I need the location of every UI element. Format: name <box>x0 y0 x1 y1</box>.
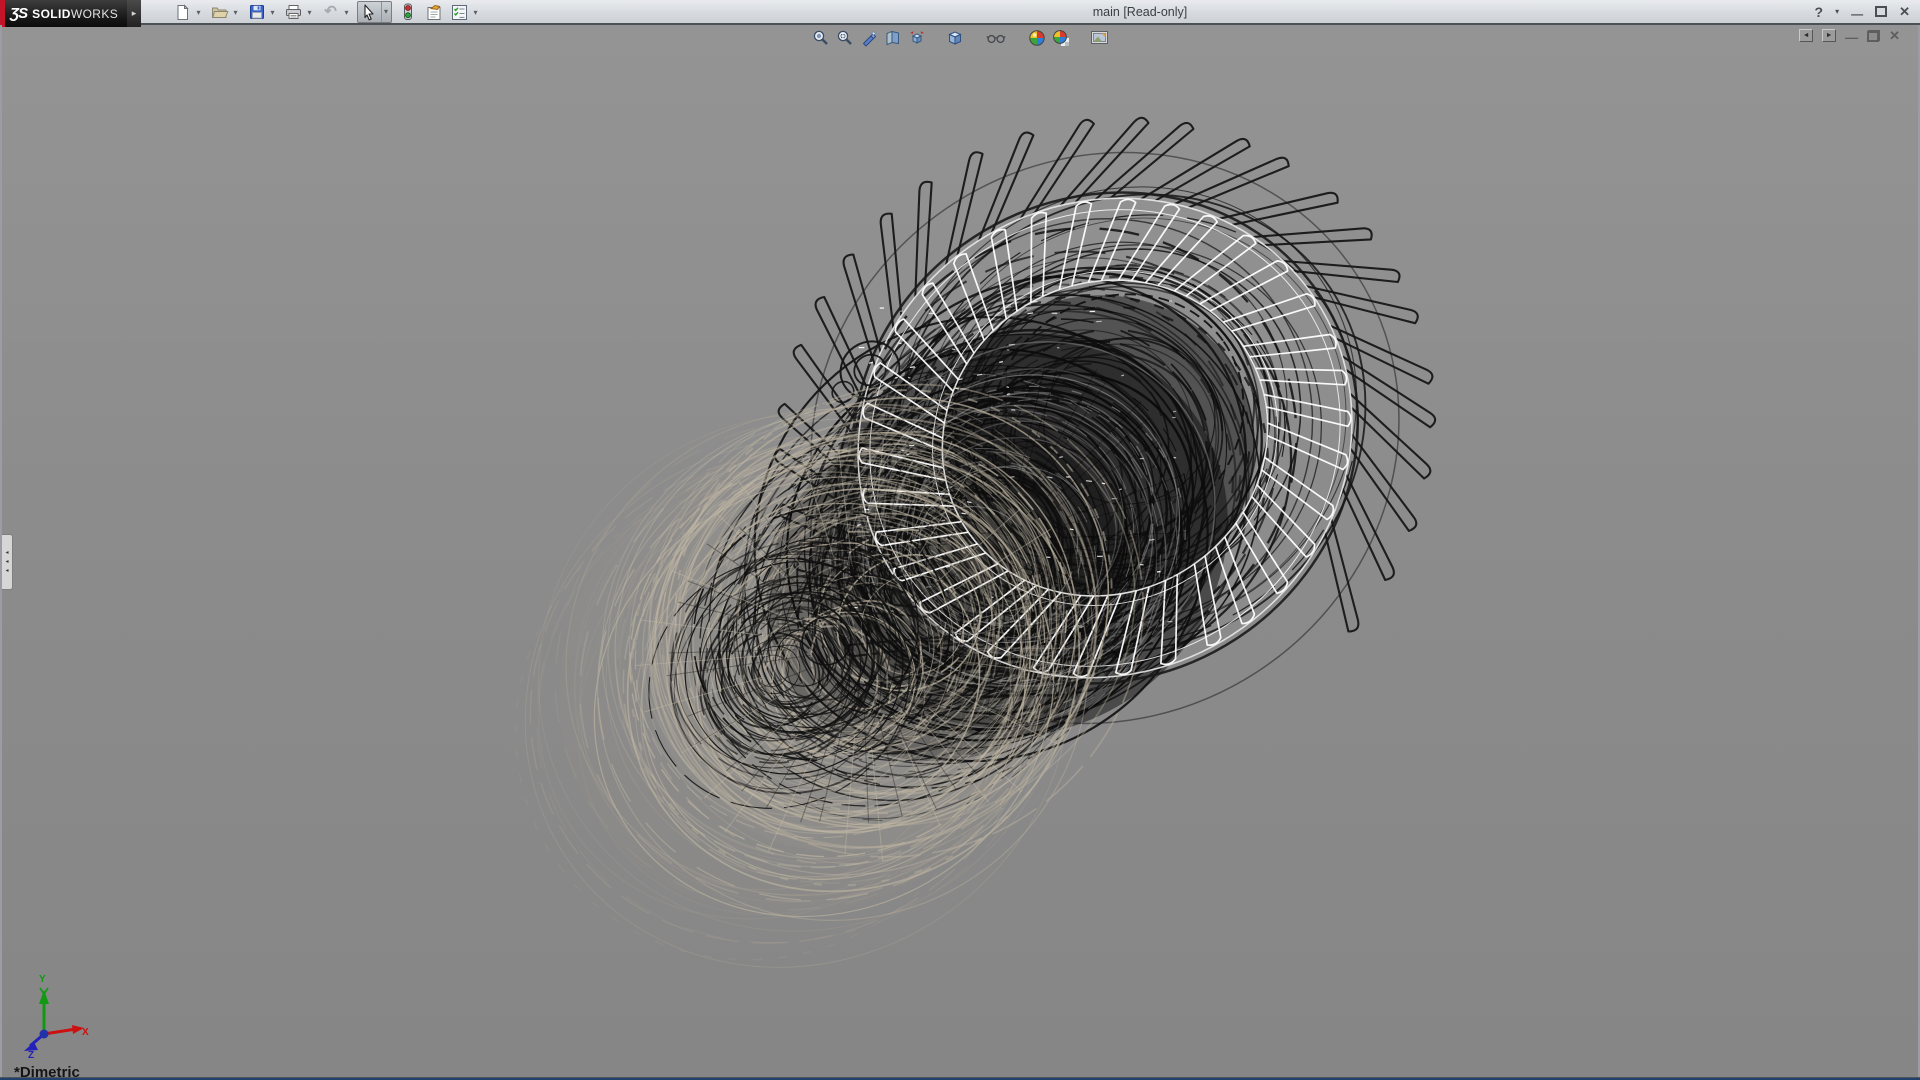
appearance-ball-icon[interactable] <box>1026 27 1048 48</box>
print-button[interactable]: ▾ <box>283 1 315 23</box>
new-button[interactable]: ▾ <box>172 1 204 23</box>
triad-z-label: Z <box>28 1050 34 1058</box>
window-controls: ? ▾ — ✕ <box>1815 0 1910 23</box>
doc-close-button[interactable]: ✕ <box>1889 29 1900 42</box>
chevron-down-icon[interactable]: ▾ <box>342 8 351 17</box>
chevron-down-icon[interactable]: ▾ <box>231 8 240 17</box>
undo-button[interactable]: ↶▾ <box>320 1 352 23</box>
options-checklist-icon <box>450 3 469 21</box>
open-folder-icon <box>210 3 229 21</box>
chevron-down-icon[interactable]: ▾ <box>305 8 314 17</box>
triad-y-label: Y <box>39 974 46 984</box>
view-settings-icon[interactable] <box>1088 27 1110 48</box>
window-frame-left <box>0 25 2 1080</box>
restore-button[interactable] <box>1875 6 1887 17</box>
brand-mark: ƷS <box>10 5 27 22</box>
new-document-icon <box>173 3 192 21</box>
triad-x-label: X <box>82 1027 89 1038</box>
open-button[interactable]: ▾ <box>209 1 241 23</box>
document-window-controls: ◄ ► — ✕ <box>1799 29 1900 42</box>
pen-sparkle-icon[interactable] <box>858 27 880 48</box>
zoom-fit-icon[interactable] <box>810 27 832 48</box>
save-floppy-icon <box>247 3 266 21</box>
select-tool-button[interactable]: ▾ <box>357 1 392 23</box>
feature-manager-collapsed-tab[interactable]: ◂ ◂ ◂ <box>2 534 13 590</box>
apply-scene-icon[interactable] <box>1050 27 1072 48</box>
title-bar: ƷS SOLIDWORKS ▸ ▾ ▾ ▾ <box>0 0 1920 25</box>
help-chevron-icon[interactable]: ▾ <box>1835 8 1839 16</box>
collapse-arrow-icon: ◂ <box>5 559 8 565</box>
undo-arrow-icon: ↶ <box>324 5 337 19</box>
solidworks-logo: ƷS SOLIDWORKS <box>0 0 127 27</box>
previous-document-button[interactable]: ◄ <box>1799 29 1813 42</box>
print-icon <box>284 3 303 21</box>
window-title: main [Read-only] <box>1040 5 1240 19</box>
reference-triad: X Z Y <box>18 982 90 1063</box>
brand-name-light: WORKS <box>71 7 118 21</box>
rebuild-button[interactable] <box>397 1 418 23</box>
file-properties-button[interactable] <box>423 1 444 23</box>
brand-name-bold: SOLID <box>32 7 71 21</box>
close-button[interactable]: ✕ <box>1899 5 1910 18</box>
chevron-down-icon[interactable]: ▾ <box>194 8 203 17</box>
eyeglasses-icon[interactable] <box>985 27 1007 48</box>
logo-red-accent <box>0 0 5 27</box>
view-orientation-label: *Dimetric <box>14 1064 80 1077</box>
next-document-button[interactable]: ► <box>1822 29 1836 42</box>
traffic-light-icon <box>398 3 417 21</box>
section-view-icon[interactable] <box>882 27 904 48</box>
chevron-down-icon[interactable]: ▾ <box>381 2 390 22</box>
graphics-viewport[interactable]: ◄ ► — ✕ ◂ ◂ ◂ X Z <box>2 25 1918 1077</box>
collapse-arrow-icon: ◂ <box>5 568 8 574</box>
headsup-view-toolbar <box>810 27 1112 48</box>
main-toolbar: ▾ ▾ ▾ ▾ ↶▾ <box>172 1 481 23</box>
menu-expand-arrow[interactable]: ▸ <box>127 0 141 27</box>
collapse-arrow-icon: ◂ <box>5 550 8 556</box>
select-cursor-icon <box>359 3 378 21</box>
chevron-down-icon[interactable]: ▾ <box>471 8 480 17</box>
chevron-down-icon[interactable]: ▾ <box>268 8 277 17</box>
minimize-button[interactable]: — <box>1851 8 1863 20</box>
doc-minimize-button[interactable]: — <box>1845 31 1858 44</box>
save-button[interactable]: ▾ <box>246 1 278 23</box>
doc-restore-button[interactable] <box>1867 30 1880 42</box>
help-button[interactable]: ? <box>1815 5 1824 19</box>
zoom-area-icon[interactable] <box>834 27 856 48</box>
options-button[interactable]: ▾ <box>449 1 481 23</box>
view-orientation-icon[interactable] <box>906 27 928 48</box>
model-canvas[interactable] <box>2 25 1918 1077</box>
display-style-cube-icon[interactable] <box>944 27 966 48</box>
solidworks-window: ƷS SOLIDWORKS ▸ ▾ ▾ ▾ <box>0 0 1920 1080</box>
file-properties-icon <box>424 3 443 21</box>
